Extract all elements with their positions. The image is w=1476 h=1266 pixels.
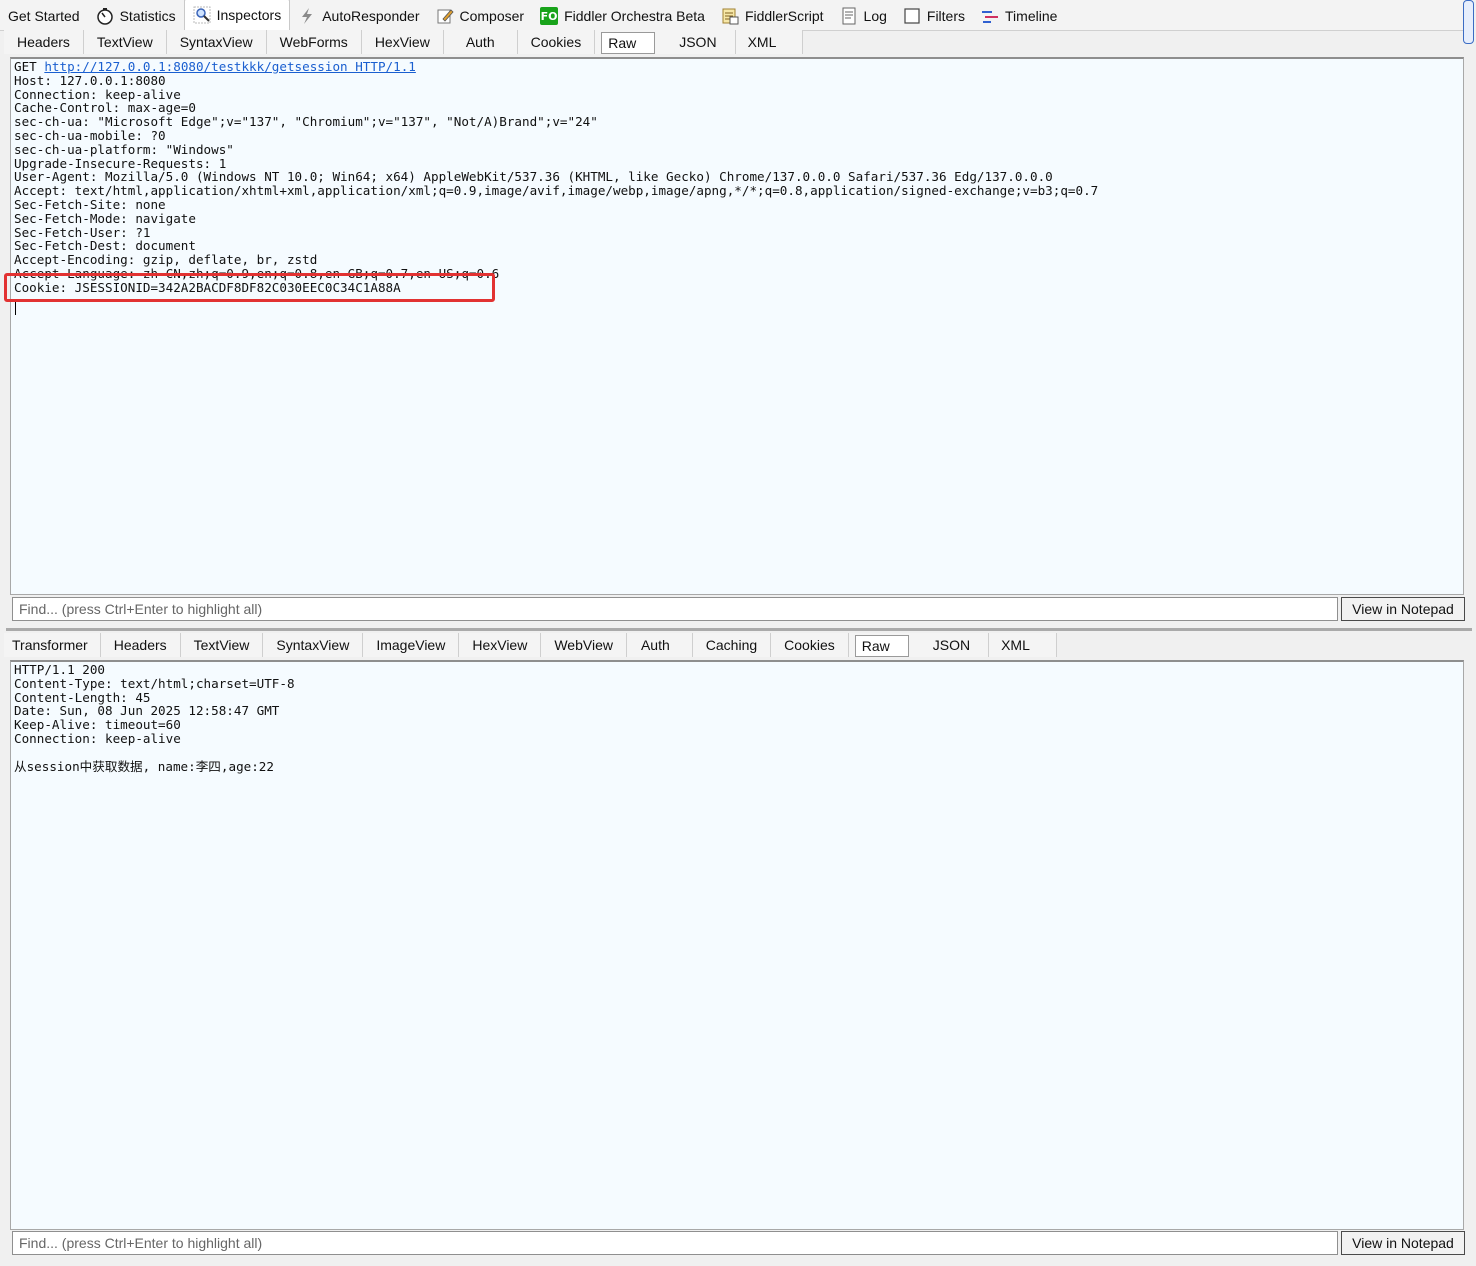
request-method: GET xyxy=(14,59,45,74)
req-tab-webforms[interactable]: WebForms xyxy=(267,30,362,54)
response-find-input[interactable] xyxy=(12,1231,1338,1255)
magnifier-icon xyxy=(193,6,211,24)
resp-tab-headers[interactable]: Headers xyxy=(101,633,181,657)
log-icon xyxy=(840,7,858,25)
resp-tab-xml[interactable]: XML xyxy=(989,633,1057,657)
window-scrollbar[interactable] xyxy=(1463,0,1474,44)
response-find-bar: View in Notepad xyxy=(12,1231,1465,1257)
tab-statistics[interactable]: Statistics xyxy=(88,2,184,30)
req-tab-cookies[interactable]: Cookies xyxy=(518,30,596,54)
tab-label: Timeline xyxy=(1005,8,1058,24)
tab-label: Get Started xyxy=(8,8,80,24)
request-subtab-strip: Headers TextView SyntaxView WebForms Hex… xyxy=(4,30,804,54)
response-raw-pane[interactable]: HTTP/1.1 200 Content-Type: text/html;cha… xyxy=(10,660,1464,1230)
tab-fiddlerscript[interactable]: FiddlerScript xyxy=(713,2,832,30)
pane-splitter[interactable] xyxy=(6,628,1472,631)
checkbox-icon xyxy=(903,7,921,25)
req-tab-hexview[interactable]: HexView xyxy=(362,30,444,54)
tab-label: Composer xyxy=(459,8,525,24)
script-icon xyxy=(721,7,739,25)
lightning-icon xyxy=(298,7,316,25)
req-tab-headers[interactable]: Headers xyxy=(4,30,84,54)
tab-composer[interactable]: Composer xyxy=(428,2,533,30)
tab-label: AutoResponder xyxy=(322,8,420,24)
resp-tab-textview[interactable]: TextView xyxy=(181,633,264,657)
tab-timeline[interactable]: Timeline xyxy=(973,2,1065,30)
request-view-in-notepad-button[interactable]: View in Notepad xyxy=(1341,597,1465,621)
tab-label: Filters xyxy=(926,8,966,24)
stopwatch-icon xyxy=(96,7,114,25)
tab-label: FiddlerScript xyxy=(744,8,824,24)
req-tab-syntaxview[interactable]: SyntaxView xyxy=(167,30,267,54)
tab-get-started[interactable]: Get Started xyxy=(0,2,88,30)
resp-tab-raw[interactable]: Raw xyxy=(854,635,909,657)
fo-icon: FO xyxy=(540,7,559,25)
resp-tab-caching[interactable]: Caching xyxy=(693,633,772,657)
req-tab-auth[interactable]: Auth xyxy=(444,30,518,54)
response-raw-text[interactable]: HTTP/1.1 200 Content-Type: text/html;cha… xyxy=(11,662,1463,773)
request-find-input[interactable] xyxy=(12,597,1338,621)
request-url-link[interactable]: http://127.0.0.1:8080/testkkk/getsession… xyxy=(44,59,416,74)
resp-tab-imageview[interactable]: ImageView xyxy=(363,633,460,657)
tab-label: Statistics xyxy=(119,8,176,24)
pencil-icon xyxy=(436,7,454,25)
req-tab-raw[interactable]: Raw xyxy=(601,32,656,54)
req-tab-textview[interactable]: TextView xyxy=(84,30,167,54)
req-tab-xml[interactable]: XML xyxy=(736,30,804,54)
text-caret xyxy=(15,300,16,315)
tab-log[interactable]: Log xyxy=(832,2,895,30)
resp-tab-cookies[interactable]: Cookies xyxy=(771,633,849,657)
request-raw-text[interactable]: GET http://127.0.0.1:8080/testkkk/getses… xyxy=(11,59,1463,317)
resp-tab-auth[interactable]: Auth xyxy=(627,633,693,657)
resp-tab-hexview[interactable]: HexView xyxy=(459,633,542,657)
tab-autoresponder[interactable]: AutoResponder xyxy=(290,2,427,30)
main-tab-strip: Get Started Statistics Inspectors AutoRe… xyxy=(0,0,1464,31)
resp-tab-transformer[interactable]: Transformer xyxy=(4,633,101,657)
tab-inspectors[interactable]: Inspectors xyxy=(183,0,291,31)
response-subtab-strip: Transformer Headers TextView SyntaxView … xyxy=(4,633,1057,657)
resp-tab-syntaxview[interactable]: SyntaxView xyxy=(263,633,364,657)
req-tab-json[interactable]: JSON xyxy=(661,30,736,54)
request-raw-pane[interactable]: GET http://127.0.0.1:8080/testkkk/getses… xyxy=(10,57,1464,595)
request-find-bar: View in Notepad xyxy=(12,597,1465,623)
tab-fiddler-orchestra[interactable]: FO Fiddler Orchestra Beta xyxy=(532,2,713,30)
resp-tab-json[interactable]: JSON xyxy=(915,633,990,657)
tab-label: Log xyxy=(863,8,887,24)
request-headers: Host: 127.0.0.1:8080 Connection: keep-al… xyxy=(14,72,1099,295)
tab-label: Fiddler Orchestra Beta xyxy=(564,8,705,24)
response-view-in-notepad-button[interactable]: View in Notepad xyxy=(1341,1231,1465,1255)
tab-label: Inspectors xyxy=(216,7,282,23)
resp-tab-webview[interactable]: WebView xyxy=(541,633,627,657)
timeline-icon xyxy=(981,7,999,25)
tab-filters[interactable]: Filters xyxy=(895,2,973,30)
